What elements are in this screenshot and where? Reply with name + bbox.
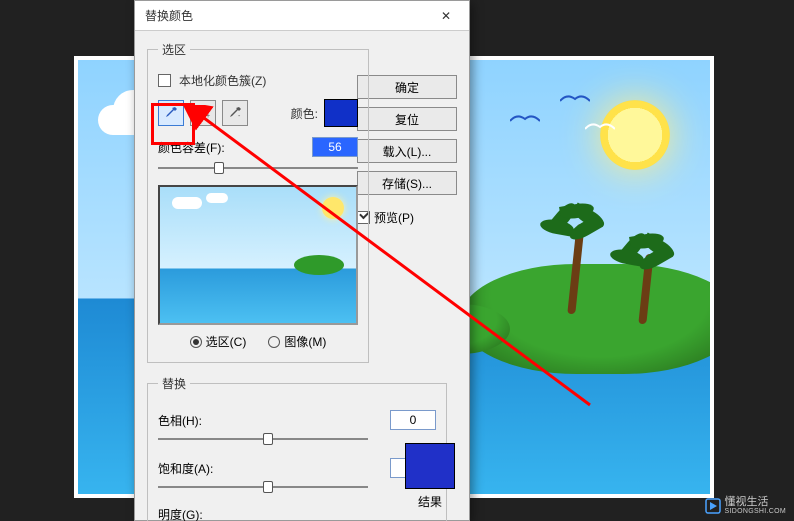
close-icon: ✕ bbox=[441, 9, 451, 23]
saturation-slider[interactable] bbox=[158, 478, 368, 496]
fuzziness-label: 颜色容差(F): bbox=[158, 139, 225, 156]
hue-slider[interactable] bbox=[158, 430, 368, 448]
selection-preview bbox=[158, 185, 358, 325]
result-color-swatch[interactable] bbox=[405, 443, 455, 489]
preview-mode-radios: 选区(C) 图像(M) bbox=[158, 333, 358, 350]
lightness-label: 明度(G): bbox=[158, 506, 230, 521]
watermark-sub: SIDONGSHI.COM bbox=[725, 508, 786, 515]
hue-row: 色相(H): 0 bbox=[158, 410, 436, 430]
reset-button[interactable]: 复位 bbox=[357, 107, 457, 131]
ok-button[interactable]: 确定 bbox=[357, 75, 457, 99]
preview-label: 预览(P) bbox=[374, 209, 414, 226]
svg-text:+: + bbox=[206, 113, 210, 120]
palm-tree bbox=[572, 224, 580, 314]
replace-group: 替换 色相(H): 0 饱和度(A): 0 bbox=[147, 375, 447, 521]
bird bbox=[560, 90, 590, 100]
localized-row[interactable]: 本地化颜色簇(Z) bbox=[158, 72, 358, 89]
sampled-color-swatch[interactable] bbox=[324, 99, 358, 127]
saturation-row: 饱和度(A): 0 bbox=[158, 458, 436, 478]
bird bbox=[585, 118, 615, 128]
watermark-logo-icon bbox=[705, 498, 721, 514]
save-button[interactable]: 存储(S)... bbox=[357, 171, 457, 195]
localized-label: 本地化颜色簇(Z) bbox=[179, 72, 266, 89]
bird bbox=[510, 110, 540, 120]
result-label: 结果 bbox=[405, 493, 455, 510]
dialog-buttons: 确定 复位 载入(L)... 存储(S)... 预览(P) bbox=[357, 75, 457, 226]
dialog-title: 替换颜色 bbox=[145, 7, 193, 24]
lightness-row: 明度(G): bbox=[158, 506, 436, 521]
fuzziness-row: 颜色容差(F): 56 bbox=[158, 137, 358, 157]
eyedropper-add-button[interactable]: + bbox=[190, 100, 216, 126]
replace-legend: 替换 bbox=[158, 375, 190, 392]
fuzziness-input[interactable]: 56 bbox=[312, 137, 358, 157]
replace-color-dialog: 替换颜色 ✕ 确定 复位 载入(L)... 存储(S)... 预览(P) 选区 bbox=[134, 0, 470, 521]
watermark: 懂视生活 SIDONGSHI.COM bbox=[705, 497, 786, 515]
radio-selection-dot[interactable] bbox=[190, 336, 202, 348]
eyedropper-plus-icon: + bbox=[196, 106, 210, 120]
radio-image-dot[interactable] bbox=[268, 336, 280, 348]
saturation-label: 饱和度(A): bbox=[158, 460, 230, 477]
eyedropper-minus-icon: - bbox=[228, 106, 242, 120]
selection-legend: 选区 bbox=[158, 41, 190, 58]
sun bbox=[600, 100, 670, 170]
fuzziness-slider[interactable] bbox=[158, 159, 358, 177]
preview-checkbox-row[interactable]: 预览(P) bbox=[357, 209, 457, 226]
eyedropper-icon bbox=[164, 106, 178, 120]
svg-text:-: - bbox=[238, 113, 241, 120]
load-button[interactable]: 载入(L)... bbox=[357, 139, 457, 163]
palm-tree bbox=[642, 254, 650, 324]
selection-group: 选区 本地化颜色簇(Z) + - bbox=[147, 41, 369, 363]
titlebar[interactable]: 替换颜色 ✕ bbox=[135, 1, 469, 31]
hue-label: 色相(H): bbox=[158, 412, 230, 429]
result-block: 结果 bbox=[405, 443, 455, 510]
watermark-text: 懂视生活 bbox=[725, 497, 786, 508]
localized-checkbox[interactable] bbox=[158, 74, 171, 87]
hue-input[interactable]: 0 bbox=[390, 410, 436, 430]
radio-image[interactable]: 图像(M) bbox=[268, 333, 326, 350]
radio-selection[interactable]: 选区(C) bbox=[190, 333, 247, 350]
close-button[interactable]: ✕ bbox=[423, 1, 469, 31]
eyedropper-button[interactable] bbox=[158, 100, 184, 126]
color-label: 颜色: bbox=[291, 105, 318, 122]
eyedropper-subtract-button[interactable]: - bbox=[222, 100, 248, 126]
